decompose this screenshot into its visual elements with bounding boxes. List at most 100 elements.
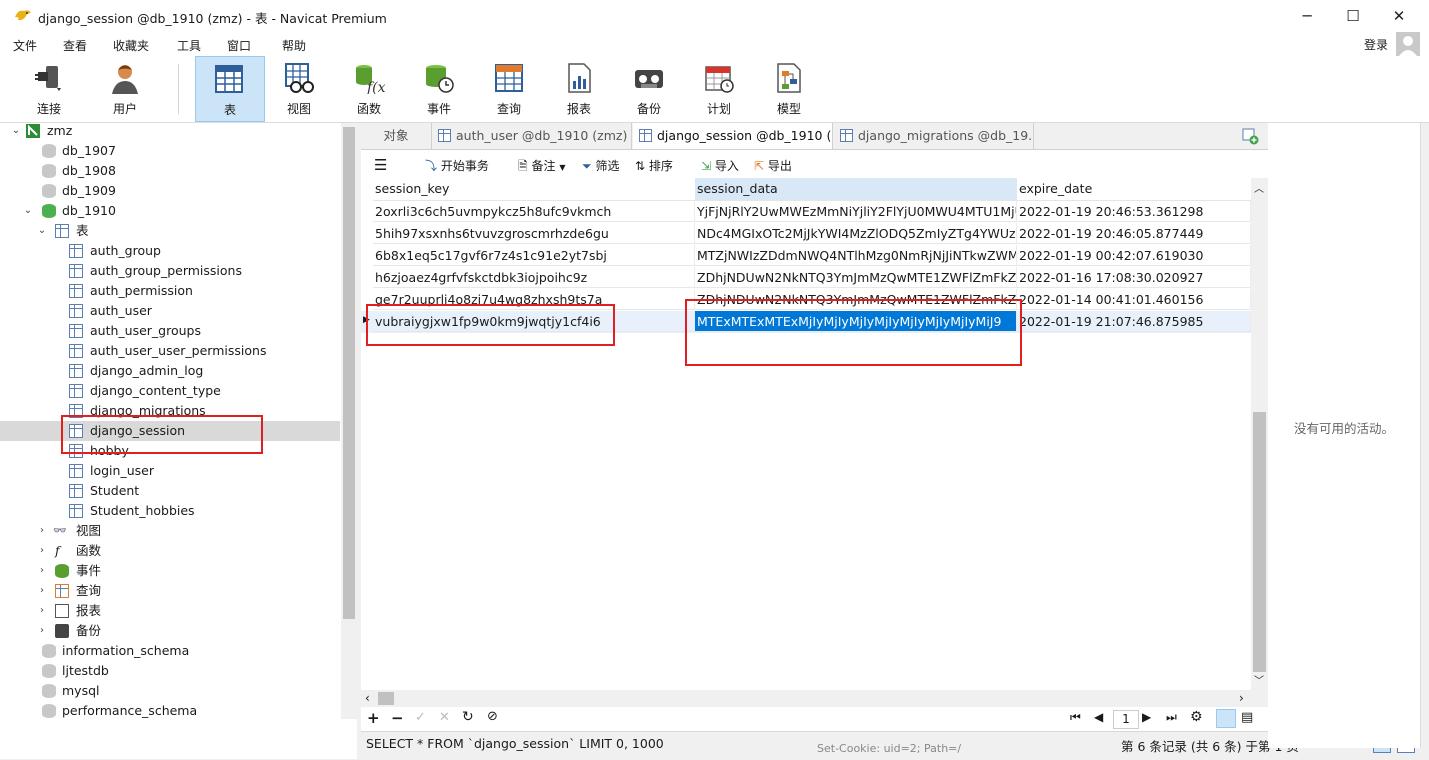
- scroll-left-icon[interactable]: ‹: [365, 691, 370, 705]
- view-button[interactable]: 视图: [266, 56, 332, 120]
- tree-table-item[interactable]: auth_user_groups: [0, 321, 340, 341]
- expand-arrow-icon[interactable]: ›: [36, 581, 48, 601]
- maximize-button[interactable]: ☐: [1330, 0, 1376, 32]
- cell-session-key[interactable]: h6zjoaez4grfvfskctdbk3iojpoihc9z: [373, 267, 695, 288]
- add-record-icon[interactable]: +: [367, 709, 380, 727]
- cell-session-data[interactable]: YjFjNjRlY2UwMWEzMmNiYjliY2FlYjU0MWU4MTU1…: [695, 201, 1017, 222]
- expand-arrow-icon[interactable]: ›: [36, 561, 48, 581]
- tree-table-item[interactable]: auth_group: [0, 241, 340, 261]
- grid-horizontal-scrollbar[interactable]: ‹ ›: [361, 690, 1251, 707]
- settings-gear-icon[interactable]: ⚙: [1190, 709, 1203, 725]
- expand-arrow-icon[interactable]: ›: [36, 621, 48, 641]
- tree-db-item[interactable]: performance_schema: [0, 701, 340, 721]
- tree-db-item[interactable]: ljtestdb: [0, 661, 340, 681]
- tree-db-item[interactable]: information_schema: [0, 641, 340, 661]
- tab-objects[interactable]: 对象: [361, 123, 432, 149]
- report-button[interactable]: 报表: [546, 56, 612, 120]
- menu-icon[interactable]: ☰: [374, 156, 387, 174]
- menu-tools[interactable]: 工具: [177, 37, 201, 54]
- function-button[interactable]: f(x) 函数: [336, 56, 402, 120]
- tab-auth-user[interactable]: auth_user @db_1910 (zmz) ...: [432, 123, 632, 149]
- menu-window[interactable]: 窗口: [227, 37, 251, 54]
- cell-session-data[interactable]: MTZjNWIzZDdmNWQ4NTlhMzg0NmRjNjJiNTkwZWMw: [695, 245, 1017, 266]
- user-button[interactable]: 用户: [92, 56, 158, 120]
- apply-icon[interactable]: ✓: [415, 710, 426, 725]
- tree-db-item[interactable]: db_1907: [0, 141, 340, 161]
- tree-scrollbar-thumb[interactable]: [343, 127, 355, 619]
- form-view-icon[interactable]: ▤: [1241, 710, 1253, 725]
- cell-expire-date[interactable]: 2022-01-19 00:42:07.619030: [1017, 245, 1251, 266]
- table-row[interactable]: 6b8x1eq5c17gvf6r7z4s1c91e2yt7sbj MTZjNWIz…: [361, 245, 1251, 267]
- group-queries[interactable]: › 查询: [0, 581, 340, 601]
- collapse-arrow-icon[interactable]: ⌄: [10, 121, 22, 141]
- scroll-up-icon[interactable]: ︿: [1254, 180, 1264, 195]
- sort-button[interactable]: ⇅ 排序: [635, 157, 673, 174]
- prev-page-icon[interactable]: ◀: [1094, 710, 1103, 724]
- tree-db-item[interactable]: db_1909: [0, 181, 340, 201]
- tree-db-open[interactable]: ⌄ db_1910: [0, 201, 340, 221]
- cell-expire-date[interactable]: 2022-01-19 21:07:46.875985: [1017, 311, 1251, 332]
- collapse-arrow-icon[interactable]: ⌄: [36, 221, 48, 241]
- group-reports[interactable]: › 报表: [0, 601, 340, 621]
- export-button[interactable]: ⇱ 导出: [754, 157, 792, 174]
- next-page-icon[interactable]: ▶: [1142, 710, 1151, 724]
- stop-icon[interactable]: ⊘: [487, 709, 498, 724]
- column-header-session-data[interactable]: session_data: [695, 178, 1019, 201]
- expand-arrow-icon[interactable]: ›: [36, 521, 48, 541]
- schedule-button[interactable]: 计划: [686, 56, 752, 120]
- cell-session-key[interactable]: 2oxrli3c6ch5uvmpykcz5h8ufc9vkmch: [373, 201, 695, 222]
- tree-table-item[interactable]: auth_user: [0, 301, 340, 321]
- close-button[interactable]: ✕: [1376, 0, 1422, 32]
- first-page-icon[interactable]: ⏮: [1070, 710, 1081, 725]
- tree-db-item[interactable]: mysql: [0, 681, 340, 701]
- connect-button[interactable]: 连接: [16, 56, 82, 120]
- table-row[interactable]: h6zjoaez4grfvfskctdbk3iojpoihc9z ZDhjNDUw…: [361, 267, 1251, 289]
- column-header-expire-date[interactable]: expire_date: [1017, 178, 1253, 201]
- grid-horizontal-scroll-thumb[interactable]: [378, 692, 394, 705]
- group-events[interactable]: › 事件: [0, 561, 340, 581]
- tree-table-item[interactable]: auth_permission: [0, 281, 340, 301]
- refresh-icon[interactable]: ↻: [462, 709, 474, 725]
- table-button[interactable]: 表: [195, 56, 265, 122]
- cell-expire-date[interactable]: 2022-01-19 20:46:05.877449: [1017, 223, 1251, 244]
- tab-django-session[interactable]: django_session @db_1910 (...: [633, 123, 833, 149]
- login-link[interactable]: 登录: [1364, 36, 1388, 53]
- event-button[interactable]: 事件: [406, 56, 472, 120]
- tree-connection-zmz[interactable]: ⌄ zmz: [0, 121, 340, 141]
- tree-table-item[interactable]: auth_group_permissions: [0, 261, 340, 281]
- backup-button[interactable]: 备份: [616, 56, 682, 120]
- minimize-button[interactable]: ─: [1284, 0, 1330, 32]
- group-functions[interactable]: › f 函数: [0, 541, 340, 561]
- scroll-down-icon[interactable]: ﹀: [1254, 672, 1264, 687]
- tree-table-item[interactable]: Student: [0, 481, 340, 501]
- cell-expire-date[interactable]: 2022-01-16 17:08:30.020927: [1017, 267, 1251, 288]
- group-views[interactable]: › 👓 视图: [0, 521, 340, 541]
- table-row[interactable]: 2oxrli3c6ch5uvmpykcz5h8ufc9vkmch YjFjNjRl…: [361, 201, 1251, 223]
- new-tab-button[interactable]: [1241, 127, 1259, 145]
- cell-session-data[interactable]: NDc4MGIxOTc2MjJkYWI4MzZlODQ5ZmIyZTg4YWUz…: [695, 223, 1017, 244]
- group-backups[interactable]: › 备份: [0, 621, 340, 641]
- avatar[interactable]: [1396, 32, 1420, 56]
- model-button[interactable]: 模型: [756, 56, 822, 120]
- begin-transaction-button[interactable]: ⤵ 开始事务: [425, 157, 489, 174]
- expand-arrow-icon[interactable]: ›: [36, 541, 48, 561]
- collapse-arrow-icon[interactable]: ⌄: [22, 201, 34, 221]
- expand-arrow-icon[interactable]: ›: [36, 601, 48, 621]
- delete-record-icon[interactable]: −: [391, 709, 404, 727]
- tree-table-item[interactable]: Student_hobbies: [0, 501, 340, 521]
- tree-tables-group[interactable]: ⌄ 表: [0, 221, 340, 241]
- cell-session-key[interactable]: 5hih97xsxnhs6tvuvzgroscmrhzde6gu: [373, 223, 695, 244]
- table-row[interactable]: 5hih97xsxnhs6tvuvzgroscmrhzde6gu NDc4MGIx…: [361, 223, 1251, 245]
- scroll-right-icon[interactable]: ›: [1239, 691, 1244, 705]
- tree-table-item[interactable]: auth_user_user_permissions: [0, 341, 340, 361]
- last-page-icon[interactable]: ⏭: [1166, 710, 1177, 725]
- cell-expire-date[interactable]: 2022-01-19 20:46:53.361298: [1017, 201, 1251, 222]
- menu-help[interactable]: 帮助: [282, 37, 306, 54]
- cell-session-key[interactable]: 6b8x1eq5c17gvf6r7z4s1c91e2yt7sbj: [373, 245, 695, 266]
- import-button[interactable]: ⇲ 导入: [701, 157, 739, 174]
- note-button[interactable]: 🗎 备注 ▼: [518, 157, 565, 178]
- menu-file[interactable]: 文件: [13, 37, 37, 54]
- tree-table-item[interactable]: django_content_type: [0, 381, 340, 401]
- grid-vertical-scroll-thumb[interactable]: [1253, 412, 1266, 672]
- grid-view-icon[interactable]: [1216, 709, 1236, 728]
